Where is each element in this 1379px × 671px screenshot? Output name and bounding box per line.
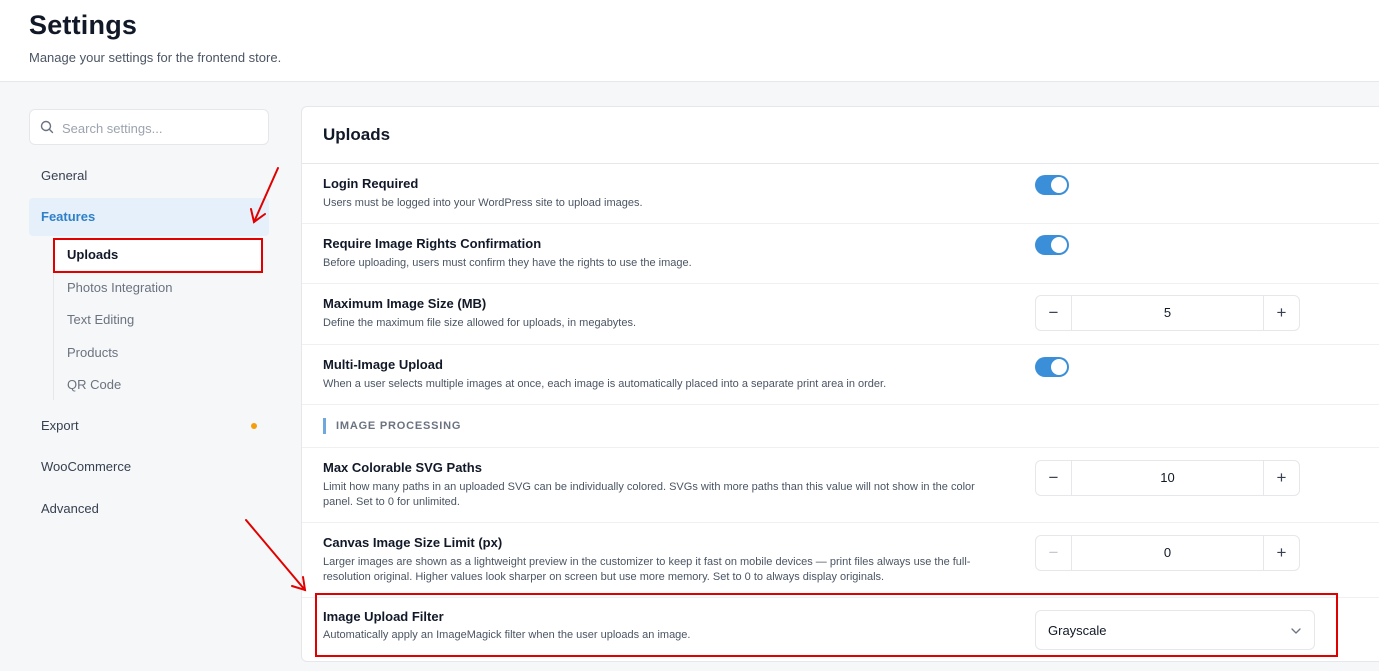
annotation-arrows [245, 167, 307, 592]
annotation-arrow-image-filter [245, 519, 307, 592]
annotation-arrow-uploads [250, 167, 279, 224]
